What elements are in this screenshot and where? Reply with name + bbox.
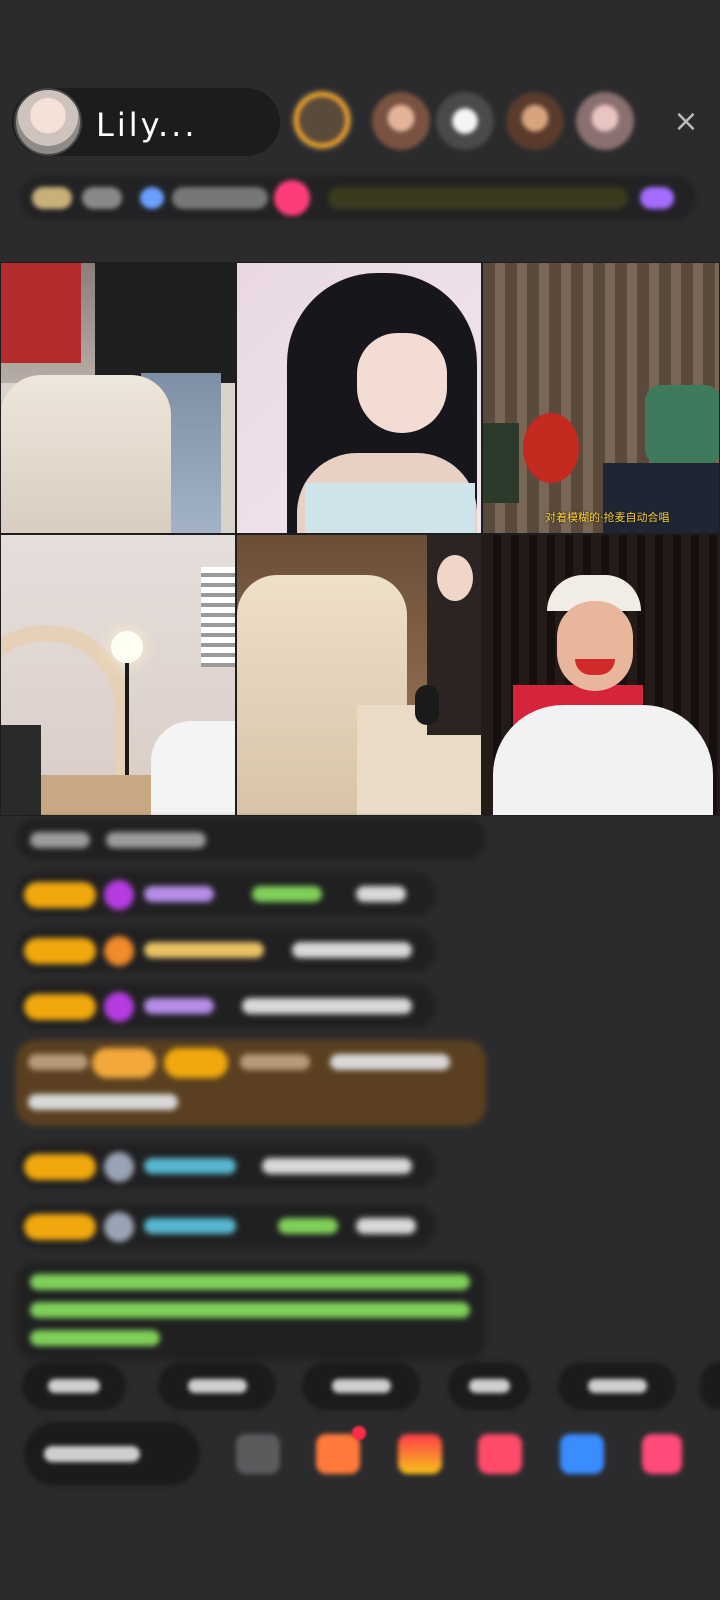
system-text xyxy=(30,1302,470,1318)
level-badge xyxy=(24,994,96,1020)
gift-box-icon[interactable] xyxy=(316,1434,360,1474)
inset-face xyxy=(437,555,473,601)
chat-text xyxy=(28,1094,178,1110)
system-text xyxy=(30,1274,470,1290)
quick-chip-1[interactable] xyxy=(22,1362,126,1410)
speaker xyxy=(1,725,41,815)
chat-text xyxy=(30,832,90,848)
chat-message-4[interactable] xyxy=(16,1040,486,1126)
level-badge xyxy=(24,882,96,908)
viewer-avatar-5[interactable] xyxy=(576,92,634,150)
plant xyxy=(483,423,519,503)
viewer-avatar-4[interactable] xyxy=(506,92,564,150)
level-badge xyxy=(24,1154,96,1180)
quick-chip-4[interactable] xyxy=(448,1362,530,1410)
lucky-cat-ornament xyxy=(523,413,579,483)
chat-text xyxy=(292,942,412,958)
stream-tile-1[interactable] xyxy=(0,262,236,534)
chat-username xyxy=(144,886,214,902)
stream-tile-4[interactable] xyxy=(0,534,236,816)
event-banner[interactable] xyxy=(328,187,628,209)
stream-tile-3[interactable]: 对着模糊的·抢麦自动合唱 xyxy=(482,262,720,534)
level-badge xyxy=(24,938,96,964)
red-envelope-icon[interactable] xyxy=(398,1434,442,1474)
diamond-icon xyxy=(104,880,134,910)
window-blind xyxy=(201,567,235,667)
chat-username xyxy=(278,1218,338,1234)
gift-icon[interactable] xyxy=(642,1434,682,1474)
rank-badge xyxy=(32,187,72,209)
level-badge xyxy=(24,1214,96,1240)
chat-message-6[interactable] xyxy=(16,1204,436,1248)
chat-username xyxy=(28,1054,88,1070)
white-shirt xyxy=(151,721,235,815)
chat-message-2[interactable] xyxy=(16,928,436,972)
white-tshirt xyxy=(493,705,713,815)
host-avatar[interactable] xyxy=(14,88,82,156)
fans-text xyxy=(172,187,268,209)
chat-username xyxy=(240,1054,310,1070)
white-chair xyxy=(1,375,171,533)
chat-text xyxy=(330,1054,450,1070)
ring-light xyxy=(111,631,143,663)
stream-tile-6[interactable] xyxy=(482,534,720,816)
stream-tile-2[interactable] xyxy=(236,262,482,534)
chat-input[interactable] xyxy=(24,1422,200,1486)
stream-info-row[interactable] xyxy=(20,176,696,220)
top-garment xyxy=(305,483,475,533)
chat-username xyxy=(144,942,264,958)
gift-badge xyxy=(92,1048,156,1078)
chat-username xyxy=(252,886,322,902)
close-icon[interactable]: × xyxy=(668,104,704,140)
viewer-avatar-2[interactable] xyxy=(372,92,430,150)
pink-badge xyxy=(274,180,310,216)
system-text xyxy=(30,1330,160,1346)
avatar xyxy=(104,1152,134,1182)
chat-username xyxy=(144,998,214,1014)
chat-message-1[interactable] xyxy=(16,872,436,916)
chat-text xyxy=(356,886,406,902)
red-jacket xyxy=(1,263,81,363)
chat-message-5[interactable] xyxy=(16,1144,436,1188)
face xyxy=(557,601,633,691)
person-torso xyxy=(95,263,235,383)
game-icon[interactable] xyxy=(560,1434,604,1474)
chat-username xyxy=(144,1158,236,1174)
flame-icon xyxy=(104,936,134,966)
fans-icon xyxy=(140,187,164,209)
light-stand xyxy=(125,663,129,783)
chat-input-placeholder xyxy=(44,1446,140,1462)
chat-text xyxy=(242,998,412,1014)
notification-dot xyxy=(352,1426,366,1440)
host-name[interactable]: Lily... xyxy=(96,106,198,144)
quick-chip-2[interactable] xyxy=(158,1362,276,1410)
quick-chip-5[interactable] xyxy=(558,1362,676,1410)
chat-text xyxy=(106,832,206,848)
viewer-avatar-1[interactable] xyxy=(290,88,354,152)
face xyxy=(357,333,447,433)
chat-text xyxy=(356,1218,416,1234)
stream-tile-5[interactable] xyxy=(236,534,482,816)
chat-text xyxy=(262,1158,412,1174)
level-badge xyxy=(164,1048,228,1078)
avatar xyxy=(104,1212,134,1242)
microphone xyxy=(415,685,439,725)
chat-message-3[interactable] xyxy=(16,984,436,1028)
screen-share-icon[interactable] xyxy=(236,1434,280,1474)
diamond-icon xyxy=(104,992,134,1022)
quick-chip-3[interactable] xyxy=(302,1362,420,1410)
system-message[interactable] xyxy=(16,1262,486,1360)
viewer-avatar-3[interactable] xyxy=(436,92,494,150)
event-icon xyxy=(640,187,674,209)
chat-username xyxy=(144,1218,236,1234)
quick-chip-6[interactable] xyxy=(700,1362,720,1410)
chair-back xyxy=(645,385,719,465)
rank-text xyxy=(82,187,122,209)
tile-caption: 对着模糊的·抢麦自动合唱 xyxy=(545,511,670,524)
heart-icon[interactable] xyxy=(478,1434,522,1474)
chat-message-0[interactable] xyxy=(16,818,486,860)
